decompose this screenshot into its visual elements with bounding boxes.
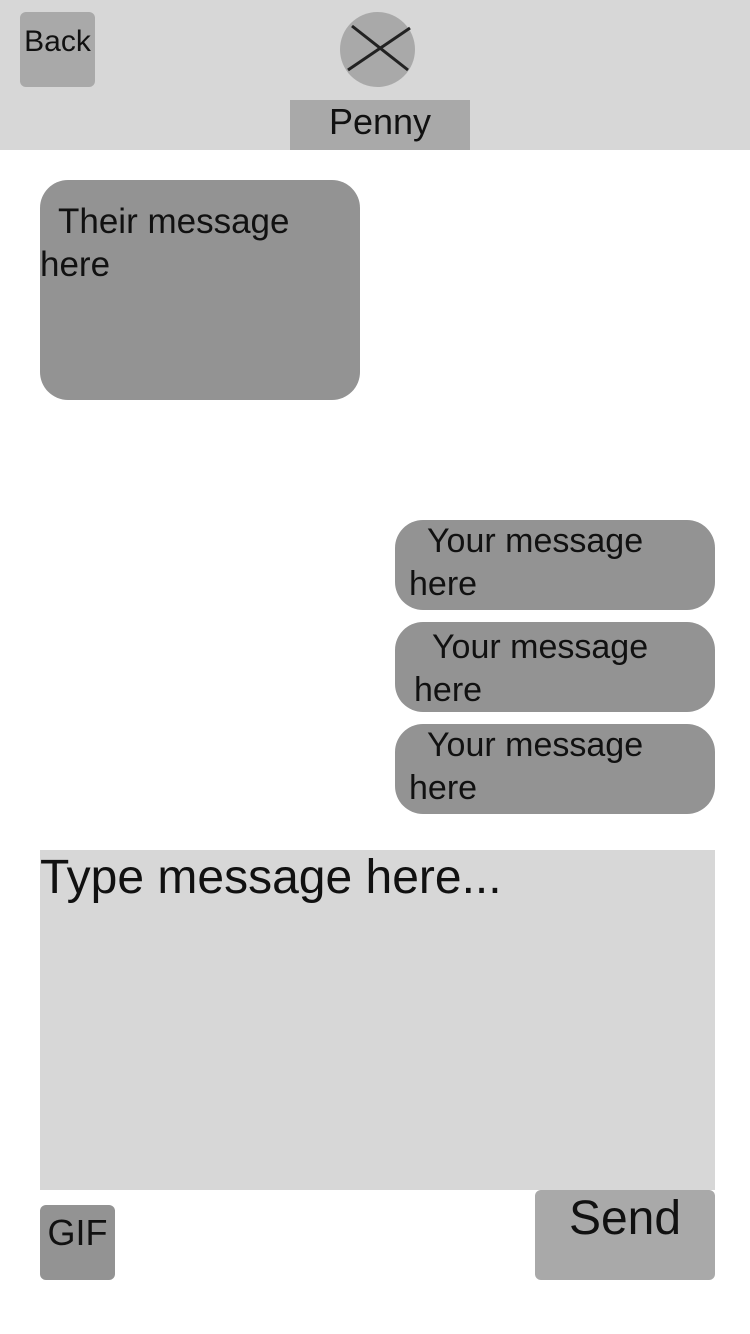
chat-header: Back Penny [0,0,750,150]
message-input[interactable] [40,850,715,1190]
placeholder-image-icon [340,12,415,87]
contact-name[interactable]: Penny [290,100,470,150]
sent-message-bubble: Your message here [395,622,715,712]
sent-message-bubble: Your message here [395,520,715,610]
avatar[interactable] [340,12,415,87]
gif-button[interactable]: GIF [40,1205,115,1280]
send-button[interactable]: Send [535,1190,715,1280]
sent-message-bubble: Your message here [395,724,715,814]
back-button[interactable]: Back [20,12,95,87]
received-message-bubble: Their message here [40,180,360,400]
